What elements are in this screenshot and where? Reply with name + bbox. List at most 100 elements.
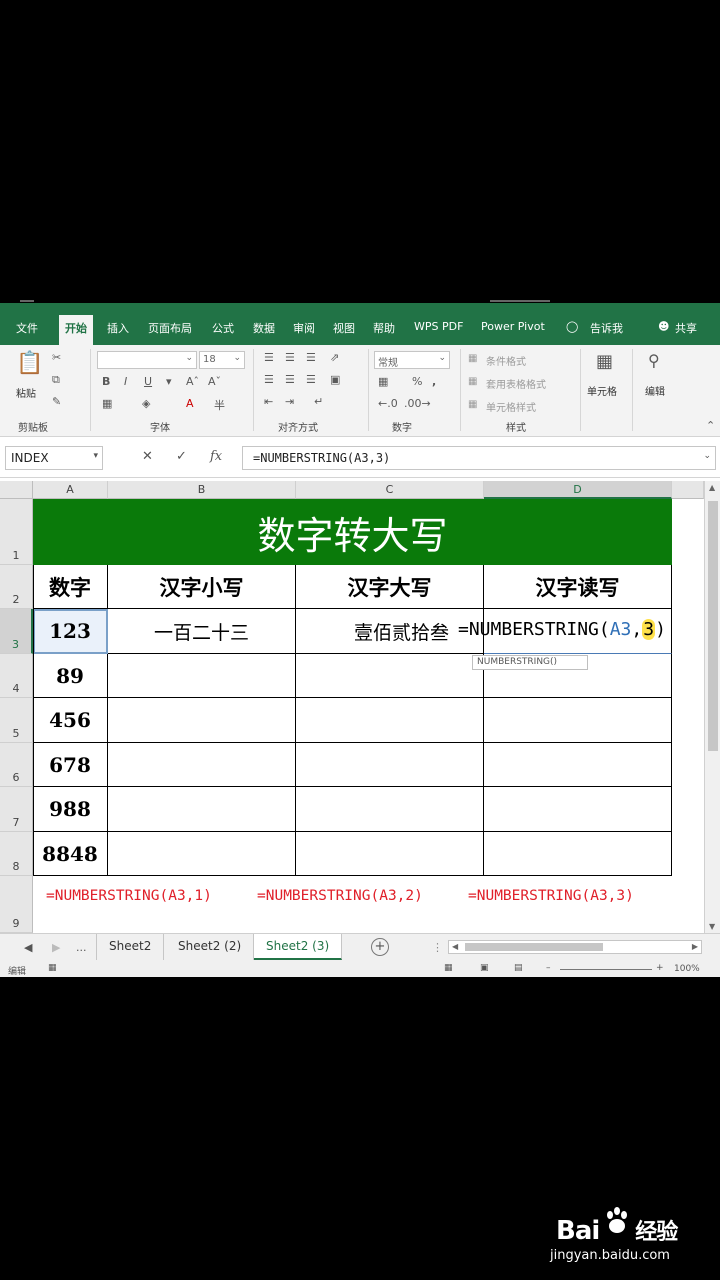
select-all-corner[interactable] [0,481,33,499]
cell-c9-formula[interactable]: =NUMBERSTRING(A3,2) [257,888,423,904]
tell-me-search[interactable]: 告诉我 [590,320,623,336]
cell-b3[interactable]: 一百二十三 [108,609,296,654]
scroll-down-icon[interactable]: ▼ [709,922,715,931]
cell-a8[interactable]: 8848 [33,832,108,876]
column-header-a[interactable]: A [33,481,108,499]
row-header-3[interactable]: 3 [0,609,33,654]
function-tooltip[interactable]: NUMBERSTRING() [472,655,588,670]
increase-indent-icon[interactable]: ⇥ [285,395,294,408]
tab-help[interactable]: 帮助 [373,320,395,336]
more-sheets-button[interactable]: ... [76,941,87,954]
column-header-e[interactable] [672,481,704,499]
copy-icon[interactable]: ⧉ [52,373,60,387]
next-sheet-icon[interactable]: ▶ [52,941,60,954]
macro-record-icon[interactable]: ▦ [48,963,57,973]
row-header-4[interactable]: 4 [0,654,33,698]
header-cell-d2[interactable]: 汉字读写 [484,565,672,609]
increase-font-icon[interactable]: Aˆ [186,375,199,388]
align-middle-icon[interactable]: ☰ [285,351,295,364]
collapse-ribbon-icon[interactable]: ⌃ [706,419,715,432]
column-header-b[interactable]: B [108,481,296,499]
row-header-8[interactable]: 8 [0,832,33,876]
orientation-icon[interactable]: ⇗ [330,351,339,364]
cell-a6[interactable]: 678 [33,743,108,787]
sheet-tab-sheet2-3[interactable]: Sheet2 (3) [254,934,343,960]
tab-data[interactable]: 数据 [253,320,275,336]
prev-sheet-icon[interactable]: ◀ [24,941,32,954]
name-box[interactable]: INDEX ▾ [5,446,103,470]
row-header-1[interactable]: 1 [0,499,33,565]
share-button[interactable]: 共享 [675,320,697,336]
number-format-combo[interactable]: 常规 ⌄ [374,351,450,369]
cells-icon[interactable]: ▦ [596,351,613,372]
insert-function-icon[interactable]: fx [210,449,222,464]
format-as-table-button[interactable]: 套用表格格式 [486,376,546,391]
cell-b8[interactable] [108,832,296,876]
decrease-indent-icon[interactable]: ⇤ [264,395,273,408]
italic-button[interactable]: I [124,375,127,388]
tab-file[interactable]: 文件 [16,320,38,336]
format-painter-icon[interactable]: ✎ [52,395,61,408]
bold-button[interactable]: B [102,375,110,388]
borders-icon[interactable]: ▦ [102,397,112,410]
align-right-icon[interactable]: ☰ [306,373,316,386]
align-center-icon[interactable]: ☰ [285,373,295,386]
align-bottom-icon[interactable]: ☰ [306,351,316,364]
underline-button[interactable]: U [144,375,152,388]
cell-a4[interactable]: 89 [33,654,108,698]
zoom-slider[interactable] [560,969,652,970]
cell-c6[interactable] [296,743,484,787]
cell-a3[interactable]: 123 [33,609,108,654]
cell-styles-button[interactable]: 单元格样式 [486,399,536,414]
paste-button[interactable]: 粘贴 [16,385,36,400]
horizontal-scrollbar[interactable]: ◀ ▶ [448,940,702,954]
title-cell[interactable]: 数字转大写 [33,499,672,565]
vertical-scroll-thumb[interactable] [708,501,718,751]
percent-style-icon[interactable]: % [412,375,422,388]
enter-icon[interactable]: ✓ [176,449,187,464]
merge-center-icon[interactable]: ▣ [330,373,340,386]
tab-split-icon[interactable]: ⋮ [432,941,443,954]
horizontal-scroll-thumb[interactable] [465,943,603,951]
header-cell-a2[interactable]: 数字 [33,565,108,609]
cell-d5[interactable] [484,698,672,743]
row-header-6[interactable]: 6 [0,743,33,787]
row-header-5[interactable]: 5 [0,698,33,743]
tab-formulas[interactable]: 公式 [212,320,234,336]
tab-page-layout[interactable]: 页面布局 [148,320,192,336]
scroll-right-icon[interactable]: ▶ [692,942,698,951]
column-header-c[interactable]: C [296,481,484,499]
share-icon[interactable]: ☻ [658,320,669,333]
tab-review[interactable]: 审阅 [293,320,315,336]
cell-c3[interactable]: 壹佰贰拾叁 [296,609,484,654]
cell-d9-formula[interactable]: =NUMBERSTRING(A3,3) [468,888,634,904]
cell-d3-editor[interactable]: =NUMBERSTRING(A3,3) [458,619,666,640]
cell-a5[interactable]: 456 [33,698,108,743]
cut-icon[interactable]: ✂ [52,351,61,364]
tab-power-pivot[interactable]: Power Pivot [481,320,545,333]
cell-b5[interactable] [108,698,296,743]
cell-c5[interactable] [296,698,484,743]
scroll-up-icon[interactable]: ▲ [709,483,715,492]
cell-d7[interactable] [484,787,672,832]
zoom-level[interactable]: 100% [674,964,700,974]
cell-a9-formula[interactable]: =NUMBERSTRING(A3,1) [46,888,212,904]
cell-b4[interactable] [108,654,296,698]
editing-button[interactable]: 编辑 [645,383,665,398]
search-icon[interactable]: ⚲ [648,351,660,370]
scroll-left-icon[interactable]: ◀ [452,942,458,951]
lightbulb-icon[interactable]: ◯ [566,320,578,333]
page-layout-view-icon[interactable]: ▣ [480,963,489,973]
normal-view-icon[interactable]: ▦ [444,963,453,973]
comma-style-icon[interactable]: , [432,375,436,388]
vertical-scrollbar[interactable]: ▲ ▼ [704,481,720,933]
underline-dropdown-icon[interactable]: ▾ [166,375,172,388]
column-header-d[interactable]: D [484,481,672,499]
paste-icon[interactable]: 📋 [16,351,43,376]
cell-c7[interactable] [296,787,484,832]
phonetic-icon[interactable]: 半 [214,397,225,413]
align-left-icon[interactable]: ☰ [264,373,274,386]
align-top-icon[interactable]: ☰ [264,351,274,364]
tab-wps-pdf[interactable]: WPS PDF [414,320,463,333]
cell-b7[interactable] [108,787,296,832]
